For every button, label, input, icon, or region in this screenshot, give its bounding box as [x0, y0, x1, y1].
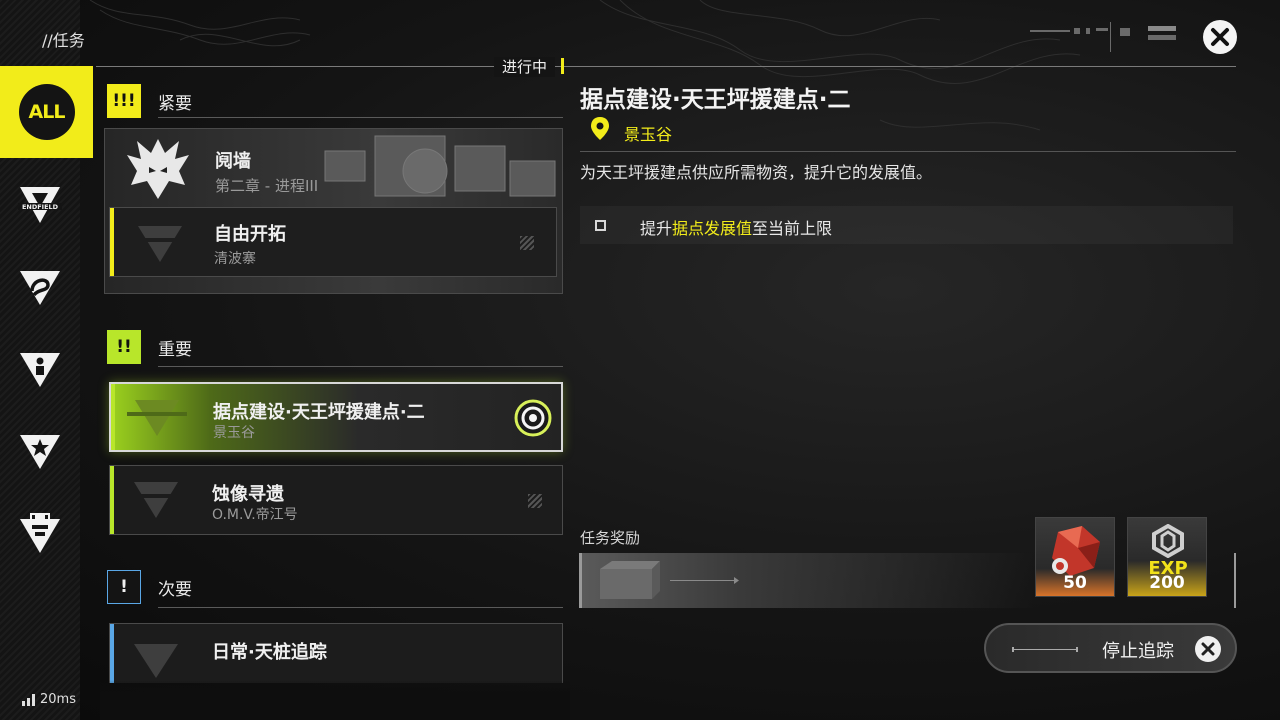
- quest-card-shixiangxunyi[interactable]: 蚀像寻遗 O.M.V.帝江号: [109, 465, 563, 535]
- sidebar-item-explore[interactable]: [0, 250, 80, 324]
- objective-highlight: 据点发展值: [672, 219, 753, 238]
- status-tag: 进行中: [494, 57, 556, 77]
- character-triangle-icon: [20, 353, 60, 387]
- quest-card-tianzhuangzhuizong[interactable]: 日常·天桩追踪: [109, 623, 563, 683]
- page-title: //任务: [42, 31, 85, 50]
- tracking-target-icon: [514, 399, 552, 437]
- quest-detail-title: 据点建设·天王坪援建点·二: [580, 87, 851, 113]
- rewards-band-end: [1234, 553, 1236, 608]
- objective-checkbox-icon: [595, 220, 606, 231]
- close-button[interactable]: [1203, 20, 1237, 54]
- quest-sub: O.M.V.帝江号: [212, 507, 298, 523]
- star-triangle-icon: [20, 435, 60, 469]
- quest-description: 为天王坪援建点供应所需物资，提升它的发展值。: [580, 163, 933, 182]
- quest-name: 日常·天桩追踪: [212, 642, 327, 663]
- reward-item-crystal[interactable]: 50: [1035, 517, 1115, 597]
- quest-name: 蚀像寻遗: [212, 484, 284, 505]
- urgent-section-divider: [158, 117, 563, 118]
- sidebar-item-all[interactable]: ALL: [0, 66, 93, 158]
- objective-suffix: 至当前上限: [752, 219, 833, 238]
- sidebar-item-outpost[interactable]: [0, 496, 80, 570]
- card-stripe-decoration: [528, 494, 542, 508]
- quest-screen: ALL ENDFIELD //任务 进行中 !!! 紧要 阋墙 第二章 - 进程…: [0, 0, 1280, 720]
- secondary-icon-text: !: [120, 577, 128, 597]
- secondary-section-icon: !: [107, 570, 141, 604]
- objective-text: 提升据点发展值至当前上限: [640, 215, 832, 239]
- explore-triangle-icon: [20, 271, 60, 305]
- urgent-section-icon: !!!: [107, 84, 141, 118]
- stop-tracking-close-icon: [1195, 636, 1221, 662]
- supply-crate-icon: [600, 561, 739, 599]
- quest-location: 景玉谷: [624, 125, 673, 144]
- sidebar-item-star[interactable]: [0, 414, 80, 488]
- ping-readout: 20ms: [40, 692, 76, 707]
- endfield-triangle-icon: ENDFIELD: [18, 187, 62, 223]
- card-accent-bar: [110, 624, 114, 683]
- endfield-emblem-icon: [126, 482, 186, 518]
- important-icon-text: !!: [116, 337, 132, 357]
- red-crystal-icon: [1052, 526, 1100, 576]
- urgent-section-label: 紧要: [158, 94, 192, 114]
- quest-group-urgent: 阋墙 第二章 - 进程III 自由开拓 清波寨: [104, 128, 563, 294]
- sidebar-item-character[interactable]: [0, 332, 80, 406]
- exp-icon: [1152, 524, 1184, 558]
- reward-item-exp[interactable]: EXP 200: [1127, 517, 1207, 597]
- card-accent-bar: [111, 384, 115, 450]
- status-tag-marker: [561, 58, 564, 74]
- urgent-icon-text: !!!: [112, 91, 136, 111]
- quest-card-yuqiang[interactable]: [105, 129, 564, 205]
- category-sidebar: ALL ENDFIELD: [0, 0, 93, 720]
- button-line-decoration: [1012, 647, 1078, 652]
- endfield-emblem-icon: [130, 226, 190, 262]
- reward-amount: 50: [1063, 573, 1087, 593]
- all-icon: ALL: [18, 84, 75, 140]
- quest-card-ziyoukaituo[interactable]: 自由开拓 清波寨: [109, 207, 557, 277]
- outpost-triangle-icon: [20, 513, 60, 553]
- quest-name: 自由开拓: [214, 224, 286, 245]
- endfield-text: ENDFIELD: [22, 203, 59, 211]
- quest-name: 据点建设·天王坪援建点·二: [213, 402, 425, 423]
- sidebar-item-endfield[interactable]: ENDFIELD: [0, 168, 80, 242]
- reward-amount: 200: [1149, 573, 1185, 593]
- detail-divider: [580, 151, 1236, 152]
- close-icon: [1211, 28, 1229, 46]
- card-accent-bar: [110, 466, 114, 534]
- rewards-band: [579, 553, 1034, 608]
- secondary-section-label: 次要: [158, 580, 192, 600]
- location-pin-icon: [591, 117, 609, 140]
- card-stripe-decoration: [520, 236, 534, 250]
- sidebar-item-all-label: ALL: [28, 101, 66, 123]
- important-section-divider: [158, 366, 563, 367]
- endfield-emblem-icon: [127, 400, 187, 436]
- hud-decoration: [1030, 22, 1176, 52]
- secondary-section-divider: [158, 607, 563, 608]
- stop-tracking-label: 停止追踪: [1102, 641, 1174, 662]
- outpost-emblem-icon: [134, 644, 178, 678]
- card-accent-bar: [110, 208, 114, 276]
- quest-sub: 清波寨: [214, 251, 256, 267]
- quest-card-jvdianjianshe[interactable]: 据点建设·天王坪援建点·二 景玉谷: [109, 382, 563, 452]
- important-section-label: 重要: [158, 340, 192, 360]
- signal-icon: [22, 694, 35, 706]
- list-fade: [100, 680, 570, 720]
- rewards-label: 任务奖励: [580, 529, 641, 547]
- objective-prefix: 提升: [640, 219, 673, 238]
- quest-sub: 景玉谷: [213, 425, 255, 441]
- header-divider: [96, 66, 1236, 67]
- important-section-icon: !!: [107, 330, 141, 364]
